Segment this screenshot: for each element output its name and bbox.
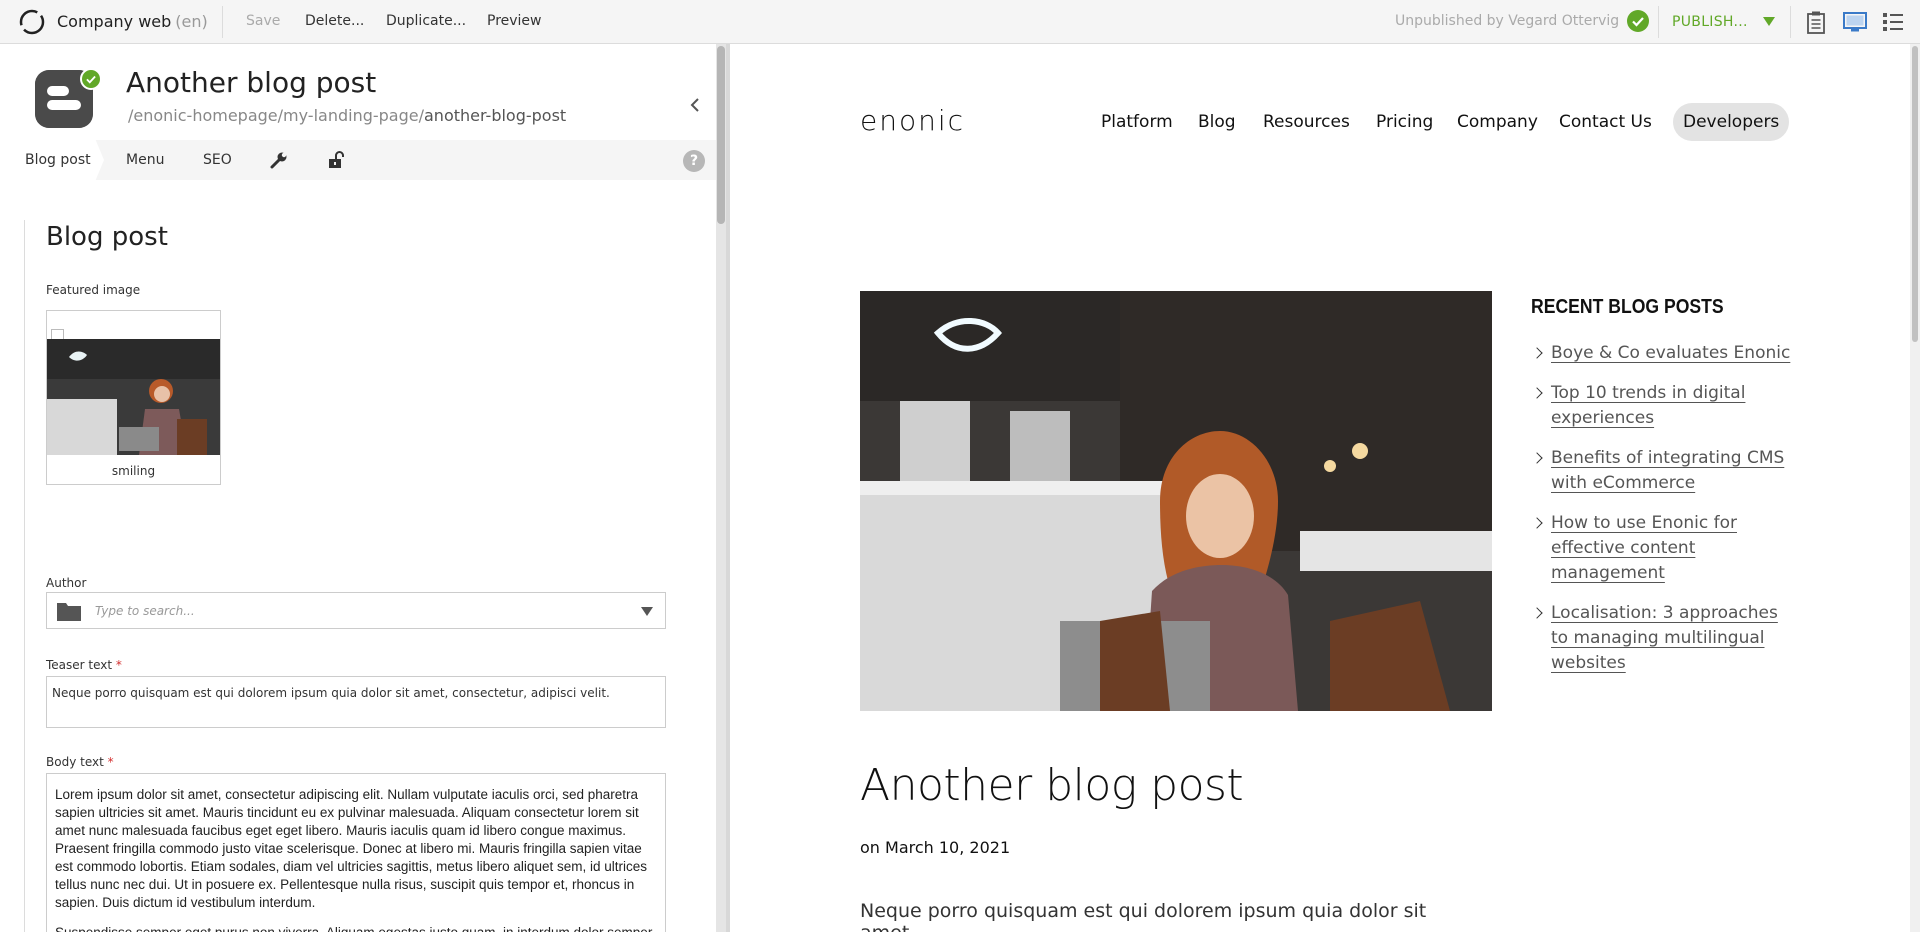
nav-company[interactable]: Company [1457,112,1538,132]
body-text-label: Body text * [46,755,114,769]
tab-blog-post[interactable]: Blog post [0,140,104,180]
list-item: Top 10 trends in digital experiences [1531,381,1791,431]
app-launcher-icon[interactable] [18,8,46,36]
top-toolbar: Company web (en) Save Delete... Duplicate… [0,0,1920,44]
publish-button[interactable]: PUBLISH... [1672,14,1748,30]
form-scrollbar-thumb[interactable] [717,46,725,224]
recent-post-link[interactable]: Top 10 trends in digital experiences [1551,383,1745,428]
toolbar-divider [1790,6,1791,38]
nav-platform[interactable]: Platform [1101,112,1173,132]
valid-check-icon [80,68,102,90]
content-path[interactable]: /enonic-homepage/my-landing-page/another… [128,106,566,125]
post-lead-text: Neque porro quisquam est qui dolorem ips… [860,900,1427,932]
author-dropdown-chevron-icon[interactable] [641,607,653,616]
required-marker: * [115,658,122,672]
featured-image-label: Featured image [46,283,141,297]
form-section-title: Blog post [46,222,168,252]
status-check-icon [1627,10,1649,32]
blog-post-form: Blog post Featured image smiling Author [24,220,716,932]
featured-image-selector[interactable]: smiling [46,310,221,485]
toolbar-divider [222,6,223,38]
help-icon[interactable]: ? [683,150,705,172]
featured-image-caption: smiling [111,464,156,478]
list-item: Boye & Co evaluates Enonic [1531,341,1791,366]
tab-menu[interactable]: Menu [126,152,164,168]
featured-image-thumbnail [47,339,220,455]
body-paragraph: Suspendisse semper eget purus non viverr… [55,924,657,932]
list-item: Localisation: 3 approaches to managing m… [1531,601,1791,676]
form-scrollbar[interactable] [716,44,726,932]
required-marker: * [107,755,114,769]
nav-resources[interactable]: Resources [1263,112,1350,132]
recent-post-link[interactable]: Boye & Co evaluates Enonic [1551,343,1790,363]
component-list-icon[interactable] [1880,9,1906,35]
unlock-icon[interactable] [326,150,346,170]
nav-pricing[interactable]: Pricing [1376,112,1433,132]
recent-post-link[interactable]: Benefits of integrating CMS with eCommer… [1551,448,1784,493]
nav-developers[interactable]: Developers [1673,103,1790,141]
recent-posts-list: Boye & Co evaluates Enonic Top 10 trends… [1531,341,1791,691]
author-combobox [46,592,666,629]
content-display-name[interactable]: Another blog post [126,66,376,99]
save-button[interactable]: Save [246,13,280,29]
preview-scrollbar-thumb[interactable] [1912,46,1918,342]
post-date: on March 10, 2021 [860,838,1011,857]
author-search-input[interactable] [95,599,615,623]
list-item: How to use Enonic for effective content … [1531,511,1791,586]
publish-menu-chevron-icon[interactable] [1763,17,1775,26]
recent-posts-title: RECENT BLOG POSTS [1531,296,1724,318]
nav-contact-us[interactable]: Contact Us [1559,112,1652,132]
project-selector[interactable]: Company web (en) [57,12,208,31]
author-label: Author [46,576,87,590]
delete-button[interactable]: Delete... [305,13,364,29]
live-preview-panel: enonic Platform Blog Resources Pricing C… [730,44,1910,932]
nav-blog[interactable]: Blog [1198,112,1236,132]
site-logo[interactable]: enonic [860,104,965,137]
content-path-prefix: /enonic-homepage/my-landing-page/ [128,106,424,125]
project-name: Company web [57,12,172,31]
desktop-preview-icon[interactable] [1842,9,1868,35]
post-title: Another blog post [860,760,1244,811]
list-item: Benefits of integrating CMS with eCommer… [1531,446,1791,496]
teaser-text-input[interactable]: Neque porro quisquam est qui dolorem ips… [46,676,666,728]
preview-scrollbar[interactable] [1910,44,1920,932]
tab-seo[interactable]: SEO [203,152,232,168]
publish-status: Unpublished by Vegard Ottervig [1395,13,1620,29]
content-path-name: another-blog-post [424,106,567,125]
recent-post-link[interactable]: How to use Enonic for effective content … [1551,513,1737,583]
content-form-panel: Another blog post /enonic-homepage/my-la… [0,44,716,932]
folder-icon [57,603,81,621]
clipboard-icon[interactable] [1803,9,1829,35]
body-paragraph: Lorem ipsum dolor sit amet, consectetur … [55,787,647,910]
teaser-text-label: Teaser text * [46,658,122,672]
recent-post-link[interactable]: Localisation: 3 approaches to managing m… [1551,603,1778,673]
project-language: (en) [175,12,208,31]
duplicate-button[interactable]: Duplicate... [386,13,466,29]
wrench-icon[interactable] [269,150,289,170]
form-tabs: Blog post Menu SEO [0,140,716,180]
preview-button[interactable]: Preview [487,13,542,29]
collapse-panel-chevron-icon[interactable] [688,98,702,112]
toolbar-divider [1658,6,1659,38]
body-text-editor[interactable]: Lorem ipsum dolor sit amet, consectetur … [46,773,666,932]
hero-image [860,291,1492,711]
